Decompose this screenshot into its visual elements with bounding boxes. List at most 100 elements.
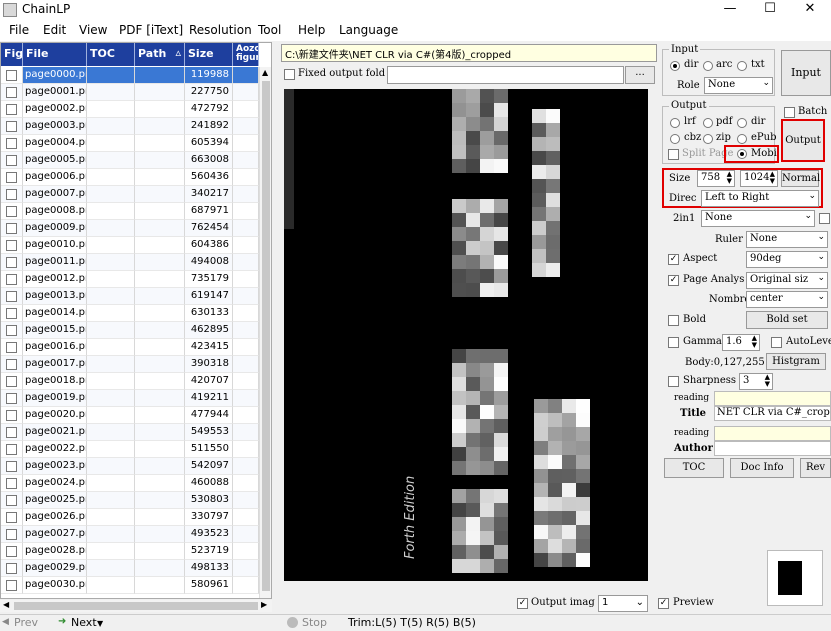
size-width-input[interactable]: 758 ▲ ▼: [697, 170, 735, 187]
table-row[interactable]: page0002.png 472792: [1, 101, 259, 118]
menu-resolution[interactable]: Resolution: [189, 23, 252, 37]
scroll-left-icon[interactable]: ◀: [3, 600, 9, 609]
browse-button[interactable]: ...: [625, 66, 655, 84]
two-in-one-checkbox[interactable]: [819, 213, 830, 224]
toc-button[interactable]: TOC: [664, 458, 724, 478]
table-row[interactable]: page0019.png 419211: [1, 390, 259, 407]
fixed-output-field[interactable]: [387, 66, 624, 84]
table-row[interactable]: page0026.png 330797: [1, 509, 259, 526]
table-row[interactable]: page0013.png 619147: [1, 288, 259, 305]
row-checkbox[interactable]: [6, 580, 17, 591]
row-checkbox[interactable]: [6, 478, 17, 489]
output-button[interactable]: Output: [781, 119, 825, 162]
preview-checkbox[interactable]: ✓: [658, 598, 669, 609]
table-row[interactable]: page0016.png 423415: [1, 339, 259, 356]
row-checkbox[interactable]: [6, 240, 17, 251]
maximize-button[interactable]: ☐: [750, 0, 790, 20]
table-row[interactable]: page0003.png 241892: [1, 118, 259, 135]
table-row[interactable]: page0012.png 735179: [1, 271, 259, 288]
column-header-fig[interactable]: Fig: [1, 43, 23, 66]
menu-help[interactable]: Help: [298, 23, 325, 37]
row-checkbox[interactable]: [6, 444, 17, 455]
input-txt-radio[interactable]: [737, 61, 747, 71]
histgram-button[interactable]: Histgram: [766, 353, 826, 370]
table-row[interactable]: page0028.png 523719: [1, 543, 259, 560]
row-checkbox[interactable]: [6, 87, 17, 98]
direction-select[interactable]: Left to Right ⌄: [701, 190, 819, 207]
page-analysis-checkbox[interactable]: ✓: [668, 275, 679, 286]
row-checkbox[interactable]: [6, 104, 17, 115]
table-row[interactable]: page0022.png 511550: [1, 441, 259, 458]
row-checkbox[interactable]: [6, 172, 17, 183]
output-zip-radio[interactable]: [703, 134, 713, 144]
table-row[interactable]: page0030.png 580961: [1, 577, 259, 594]
stop-button[interactable]: Stop: [302, 616, 327, 629]
row-checkbox[interactable]: [6, 410, 17, 421]
row-checkbox[interactable]: [6, 359, 17, 370]
input-button[interactable]: Input: [781, 50, 831, 96]
row-checkbox[interactable]: [6, 563, 17, 574]
sharpness-checkbox[interactable]: [668, 376, 679, 387]
row-checkbox[interactable]: [6, 529, 17, 540]
table-row[interactable]: page0021.png 549553: [1, 424, 259, 441]
row-checkbox[interactable]: [6, 546, 17, 557]
scroll-up-icon[interactable]: ▲: [262, 68, 268, 77]
input-dir-radio[interactable]: [670, 61, 680, 71]
row-checkbox[interactable]: [6, 376, 17, 387]
table-row[interactable]: page0005.png 663008: [1, 152, 259, 169]
size-mode-button[interactable]: Normal: [781, 170, 820, 187]
fixed-output-checkbox[interactable]: [284, 69, 295, 80]
column-header-path[interactable]: Path ▵: [135, 43, 185, 66]
row-checkbox[interactable]: [6, 291, 17, 302]
sharpness-input[interactable]: 3 ▲ ▼: [739, 373, 773, 390]
aspect-select[interactable]: 90deg ⌄: [746, 251, 828, 268]
row-checkbox[interactable]: [6, 393, 17, 404]
close-button[interactable]: ✕: [790, 0, 830, 20]
output-image-select[interactable]: 1 ⌄: [598, 595, 648, 612]
prev-button[interactable]: Prev: [14, 616, 38, 629]
title-reading-field[interactable]: [714, 391, 831, 406]
row-checkbox[interactable]: [6, 427, 17, 438]
gamma-checkbox[interactable]: [668, 337, 679, 348]
batch-checkbox[interactable]: [784, 107, 795, 118]
menu-language[interactable]: Language: [339, 23, 398, 37]
row-checkbox[interactable]: [6, 138, 17, 149]
row-checkbox[interactable]: [6, 495, 17, 506]
input-arc-radio[interactable]: [703, 61, 713, 71]
horizontal-scrollbar-thumb[interactable]: [14, 602, 258, 610]
menu-file[interactable]: File: [9, 23, 29, 37]
row-checkbox[interactable]: [6, 155, 17, 166]
next-dropdown-icon[interactable]: ▼: [97, 619, 103, 628]
page-analysis-select[interactable]: Original siz ⌄: [746, 272, 828, 289]
title-field[interactable]: NET CLR via C#_cropped: [714, 406, 831, 421]
table-row[interactable]: page0027.png 493523: [1, 526, 259, 543]
spin-arrows-icon[interactable]: ▲ ▼: [765, 374, 770, 388]
row-checkbox[interactable]: [6, 121, 17, 132]
row-checkbox[interactable]: [6, 206, 17, 217]
table-row[interactable]: page0008.png 687971: [1, 203, 259, 220]
table-row[interactable]: page0006.png 560436: [1, 169, 259, 186]
column-header-file[interactable]: File: [23, 43, 87, 66]
table-row[interactable]: page0004.png 605394: [1, 135, 259, 152]
row-checkbox[interactable]: [6, 512, 17, 523]
table-row[interactable]: page0010.png 604386: [1, 237, 259, 254]
path-field[interactable]: C:\新建文件夹\NET CLR via C#(第4版)_cropped: [281, 44, 657, 62]
table-row[interactable]: page0024.png 460088: [1, 475, 259, 492]
table-row[interactable]: page0000.png 119988: [1, 67, 259, 84]
table-row[interactable]: page0029.png 498133: [1, 560, 259, 577]
output-cbz-radio[interactable]: [670, 134, 680, 144]
column-header-toc[interactable]: TOC: [87, 43, 135, 66]
output-image-checkbox[interactable]: ✓: [517, 598, 528, 609]
scrollbar-thumb[interactable]: [262, 81, 270, 591]
vertical-scrollbar[interactable]: ▲: [259, 67, 271, 598]
table-row[interactable]: page0011.png 494008: [1, 254, 259, 271]
row-checkbox[interactable]: [6, 70, 17, 81]
ruler-select[interactable]: None ⌄: [746, 231, 828, 248]
row-checkbox[interactable]: [6, 308, 17, 319]
bold-set-button[interactable]: Bold set: [746, 311, 828, 329]
output-pdf-radio[interactable]: [703, 118, 713, 128]
table-row[interactable]: page0025.png 530803: [1, 492, 259, 509]
table-row[interactable]: page0018.png 420707: [1, 373, 259, 390]
row-checkbox[interactable]: [6, 223, 17, 234]
nombre-select[interactable]: center ⌄: [746, 291, 828, 308]
